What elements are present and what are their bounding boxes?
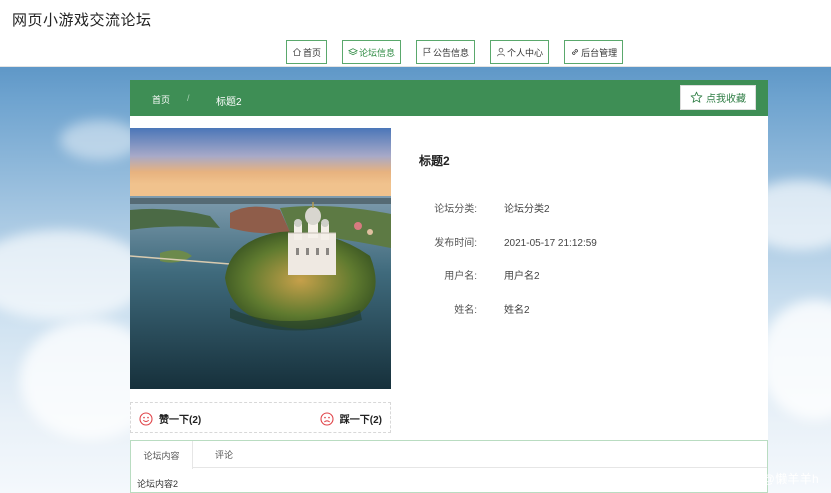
nav-item-label: 后台管理 — [581, 47, 618, 58]
field-publish-time: 发布时间: 2021-05-17 21:12:59 — [419, 234, 597, 249]
tab-bar: 论坛内容 评论 — [131, 441, 767, 469]
link-icon — [572, 49, 578, 55]
field-value: 论坛分类2 — [504, 204, 550, 215]
field-label: 发布时间: — [434, 238, 477, 249]
post-image — [130, 128, 391, 389]
post-detail-panel: 首页 / 标题2 点我收藏 赞一下(2) 踩一下(2) 标题2 论坛分类: 论坛… — [130, 80, 768, 493]
like-button[interactable]: 赞一下(2) — [139, 411, 201, 426]
main-nav: 首页 论坛信息 公告信息 个人中心 后台管理 — [286, 40, 638, 64]
layers-icon — [348, 48, 359, 56]
field-category: 论坛分类: 论坛分类2 — [419, 200, 550, 215]
tab-forum-content[interactable]: 论坛内容 — [131, 441, 193, 469]
field-value: 姓名2 — [504, 305, 530, 316]
dislike-button[interactable]: 踩一下(2) — [320, 411, 382, 426]
field-label: 用户名: — [444, 271, 477, 282]
top-header: 网页小游戏交流论坛 首页 论坛信息 公告信息 个人中心 后台管理 — [0, 0, 831, 67]
field-value: 用户名2 — [504, 271, 540, 282]
field-username: 用户名: 用户名2 — [419, 267, 540, 282]
like-label: 赞一下(2) — [159, 415, 202, 426]
field-name: 姓名: 姓名2 — [419, 301, 530, 316]
field-label: 姓名: — [454, 305, 477, 316]
csdn-watermark: CSDN @懒羊羊h — [723, 472, 819, 486]
nav-item-admin[interactable]: 后台管理 — [564, 40, 624, 64]
nav-item-label: 首页 — [303, 47, 322, 58]
vote-bar: 赞一下(2) 踩一下(2) — [130, 402, 391, 433]
nav-item-label: 个人中心 — [507, 47, 544, 58]
field-value: 2021-05-17 21:12:59 — [504, 238, 597, 249]
castle-lake-photo — [130, 128, 391, 389]
field-label: 论坛分类: — [434, 204, 477, 215]
smile-icon — [139, 411, 153, 426]
frown-icon — [320, 411, 334, 426]
flag-icon — [423, 47, 431, 57]
forum-content-text: 论坛内容2 — [137, 479, 179, 489]
nav-item-home[interactable]: 首页 — [286, 40, 328, 64]
nav-item-personal-center[interactable]: 个人中心 — [490, 40, 550, 64]
breadcrumb: 首页 / 标题2 点我收藏 — [130, 80, 768, 116]
star-icon — [690, 91, 703, 103]
nav-item-announcements[interactable]: 公告信息 — [416, 40, 476, 64]
nav-item-forum-info[interactable]: 论坛信息 — [342, 40, 402, 64]
favorite-button[interactable]: 点我收藏 — [680, 85, 756, 110]
breadcrumb-current: 标题2 — [216, 97, 242, 108]
content-tabs: 论坛内容 评论 论坛内容2 — [130, 440, 768, 493]
nav-item-label: 公告信息 — [433, 47, 470, 58]
nav-item-label: 论坛信息 — [359, 47, 396, 58]
home-icon — [292, 47, 302, 56]
site-title: 网页小游戏交流论坛 — [12, 12, 152, 29]
dislike-label: 踩一下(2) — [339, 415, 382, 426]
breadcrumb-home[interactable]: 首页 — [152, 93, 170, 106]
favorite-label: 点我收藏 — [706, 94, 746, 105]
user-icon — [497, 47, 505, 57]
breadcrumb-separator: / — [187, 93, 190, 103]
tab-comments[interactable]: 评论 — [193, 441, 255, 468]
post-title: 标题2 — [419, 154, 450, 168]
